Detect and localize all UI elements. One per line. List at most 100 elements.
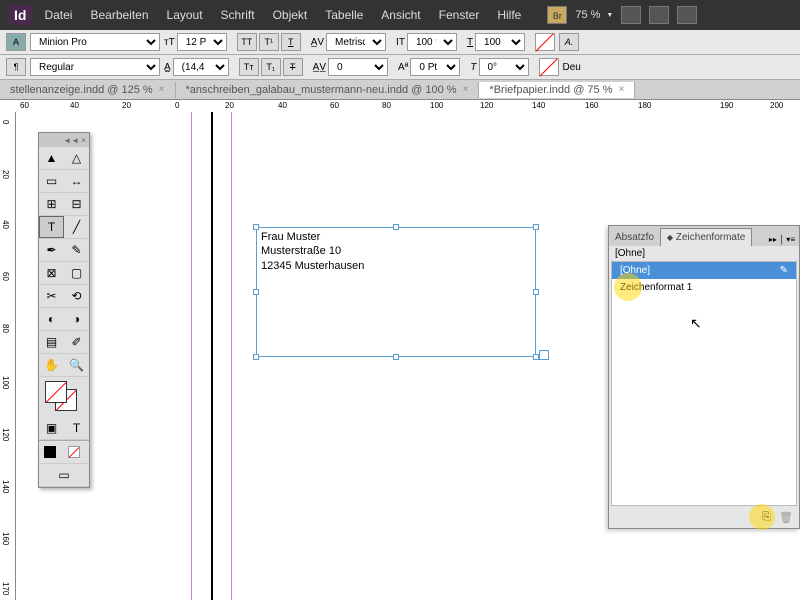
content-placer-tool[interactable]: ⊟	[64, 193, 89, 215]
styles-list: [Ohne]✎ Zeichenformat 1	[611, 261, 797, 506]
text-frame[interactable]: Frau Muster Musterstraße 10 12345 Muster…	[256, 227, 536, 357]
document-tabs: stellenanzeige.indd @ 125 %× *anschreibe…	[0, 80, 800, 100]
paragraph-styles-tab[interactable]: Absatzfo	[609, 229, 660, 246]
menu-table[interactable]: Tabelle	[325, 8, 363, 22]
menu-help[interactable]: Hilfe	[497, 8, 521, 22]
smallcaps-icon[interactable]: Tᴛ	[239, 58, 259, 76]
control-bar-2: ¶ Regular A͇ (14,4 Pt) Tᴛ T₁ T A̲V̲ 0 Aª…	[0, 55, 800, 80]
workspace-icon[interactable]	[677, 6, 697, 24]
apply-text-icon[interactable]: T	[64, 417, 89, 439]
selection-tool[interactable]: ▲	[39, 147, 64, 169]
zoom-tool[interactable]: 🔍	[64, 354, 89, 376]
title-bar: Id Datei Bearbeiten Layout Schrift Objek…	[0, 0, 800, 30]
vertical-ruler[interactable]: 020 4060 80100 120140 160170	[0, 112, 16, 600]
style-zeichenformat-1[interactable]: Zeichenformat 1	[612, 279, 796, 296]
eyedropper-tool[interactable]: ✐	[64, 331, 89, 353]
strike-icon[interactable]: T	[283, 58, 303, 76]
superscript-icon[interactable]: T¹	[259, 33, 279, 51]
baseline-icon: Aª	[398, 62, 408, 73]
app-logo: Id	[8, 5, 32, 25]
skew-select[interactable]: 0°	[479, 58, 529, 76]
character-styles-panel: Absatzfo ◆ Zeichenformate ▸▸ │ ▾≡ [Ohne]…	[608, 225, 800, 529]
edit-icon[interactable]: ✎	[780, 265, 788, 276]
close-icon[interactable]: ×	[463, 84, 469, 95]
tab-1[interactable]: *anschreiben_galabau_mustermann-neu.indd…	[176, 82, 480, 98]
out-port-icon[interactable]	[539, 350, 549, 360]
stroke-swatch[interactable]	[539, 58, 559, 76]
page-tool[interactable]: ▭	[39, 170, 64, 192]
pencil-tool[interactable]: ✎	[64, 239, 89, 261]
pen-tool[interactable]: ✒	[39, 239, 64, 261]
menu-layout[interactable]: Layout	[167, 8, 203, 22]
underline-icon[interactable]: T	[281, 33, 301, 51]
gradient-swatch-tool[interactable]: ◐	[39, 308, 64, 330]
tracking-select[interactable]: 0	[328, 58, 388, 76]
bridge-icon[interactable]: Br	[547, 6, 567, 24]
para-mode-icon[interactable]: ¶	[6, 58, 26, 76]
resize-handle[interactable]	[253, 354, 259, 360]
menu-file[interactable]: Datei	[44, 8, 72, 22]
panel-menu-icon[interactable]: ▸▸ │ ▾≡	[765, 233, 799, 246]
free-transform-tool[interactable]: ⟲	[64, 285, 89, 307]
fill-stroke-swatch[interactable]	[41, 379, 87, 415]
close-icon[interactable]: ×	[159, 84, 165, 95]
zoom-level[interactable]: 75 %▼	[575, 9, 613, 21]
fill-swatch[interactable]	[535, 33, 555, 51]
font-family-select[interactable]: Minion Pro	[30, 33, 160, 51]
subscript-icon[interactable]: T₁	[261, 58, 281, 76]
direct-selection-tool[interactable]: △	[64, 147, 89, 169]
tracking-icon: A̲V̲	[313, 62, 326, 73]
current-style-label: [Ohne]	[609, 246, 799, 261]
frame-text[interactable]: Frau Muster Musterstraße 10 12345 Muster…	[257, 228, 535, 275]
hand-tool[interactable]: ✋	[39, 354, 64, 376]
menu-type[interactable]: Schrift	[221, 8, 255, 22]
char-mode-icon[interactable]: A	[6, 33, 26, 51]
apply-black-icon[interactable]	[44, 446, 56, 458]
resize-handle[interactable]	[533, 224, 539, 230]
panel-grip[interactable]: ◄◄ ×	[39, 133, 89, 147]
hscale-icon: IT	[396, 37, 405, 48]
kerning-icon: A̲V	[311, 37, 324, 48]
panel-footer: ⎘ 🗑	[609, 506, 799, 528]
menu-edit[interactable]: Bearbeiten	[90, 8, 148, 22]
rectangle-frame-tool[interactable]: ⊠	[39, 262, 64, 284]
vscale-select[interactable]: 100 %	[475, 33, 525, 51]
content-collector-tool[interactable]: ⊞	[39, 193, 64, 215]
character-styles-tab[interactable]: ◆ Zeichenformate	[660, 228, 752, 246]
resize-handle[interactable]	[253, 289, 259, 295]
tab-2[interactable]: *Briefpapier.indd @ 75 %×	[479, 82, 635, 98]
gradient-feather-tool[interactable]: ◑	[64, 308, 89, 330]
resize-handle[interactable]	[533, 289, 539, 295]
style-none[interactable]: [Ohne]✎	[612, 262, 796, 279]
line-tool[interactable]: ╱	[64, 216, 89, 238]
screen-mode-icon[interactable]	[621, 6, 641, 24]
tab-0[interactable]: stellenanzeige.indd @ 125 %×	[0, 82, 176, 98]
close-icon[interactable]: ×	[619, 84, 625, 95]
leading-select[interactable]: (14,4 Pt)	[173, 58, 229, 76]
scissors-tool[interactable]: ✂	[39, 285, 64, 307]
view-mode-icon[interactable]: ▭	[39, 464, 89, 486]
menu-window[interactable]: Fenster	[439, 8, 480, 22]
font-style-select[interactable]: Regular	[30, 58, 160, 76]
skew-icon: T	[470, 62, 476, 73]
hscale-select[interactable]: 100 %	[407, 33, 457, 51]
baseline-select[interactable]: 0 Pt	[410, 58, 460, 76]
delete-style-icon[interactable]: 🗑	[779, 511, 793, 524]
apply-none-icon[interactable]	[61, 441, 86, 463]
gap-tool[interactable]: ↔	[64, 170, 89, 192]
font-size-select[interactable]: 12 Pt	[177, 33, 227, 51]
rectangle-tool[interactable]: ▢	[64, 262, 89, 284]
kerning-select[interactable]: Metrisch	[326, 33, 386, 51]
resize-handle[interactable]	[253, 224, 259, 230]
arrange-icon[interactable]	[649, 6, 669, 24]
language-select[interactable]: Deu	[563, 62, 581, 73]
charstyle-icon[interactable]: A.	[559, 33, 579, 51]
type-tool[interactable]: T	[39, 216, 64, 238]
resize-handle[interactable]	[393, 354, 399, 360]
menu-view[interactable]: Ansicht	[381, 8, 420, 22]
apply-color-icon[interactable]: ▣	[39, 417, 64, 439]
resize-handle[interactable]	[393, 224, 399, 230]
note-tool[interactable]: ▤	[39, 331, 64, 353]
menu-object[interactable]: Objekt	[273, 8, 308, 22]
allcaps-icon[interactable]: TT	[237, 33, 257, 51]
